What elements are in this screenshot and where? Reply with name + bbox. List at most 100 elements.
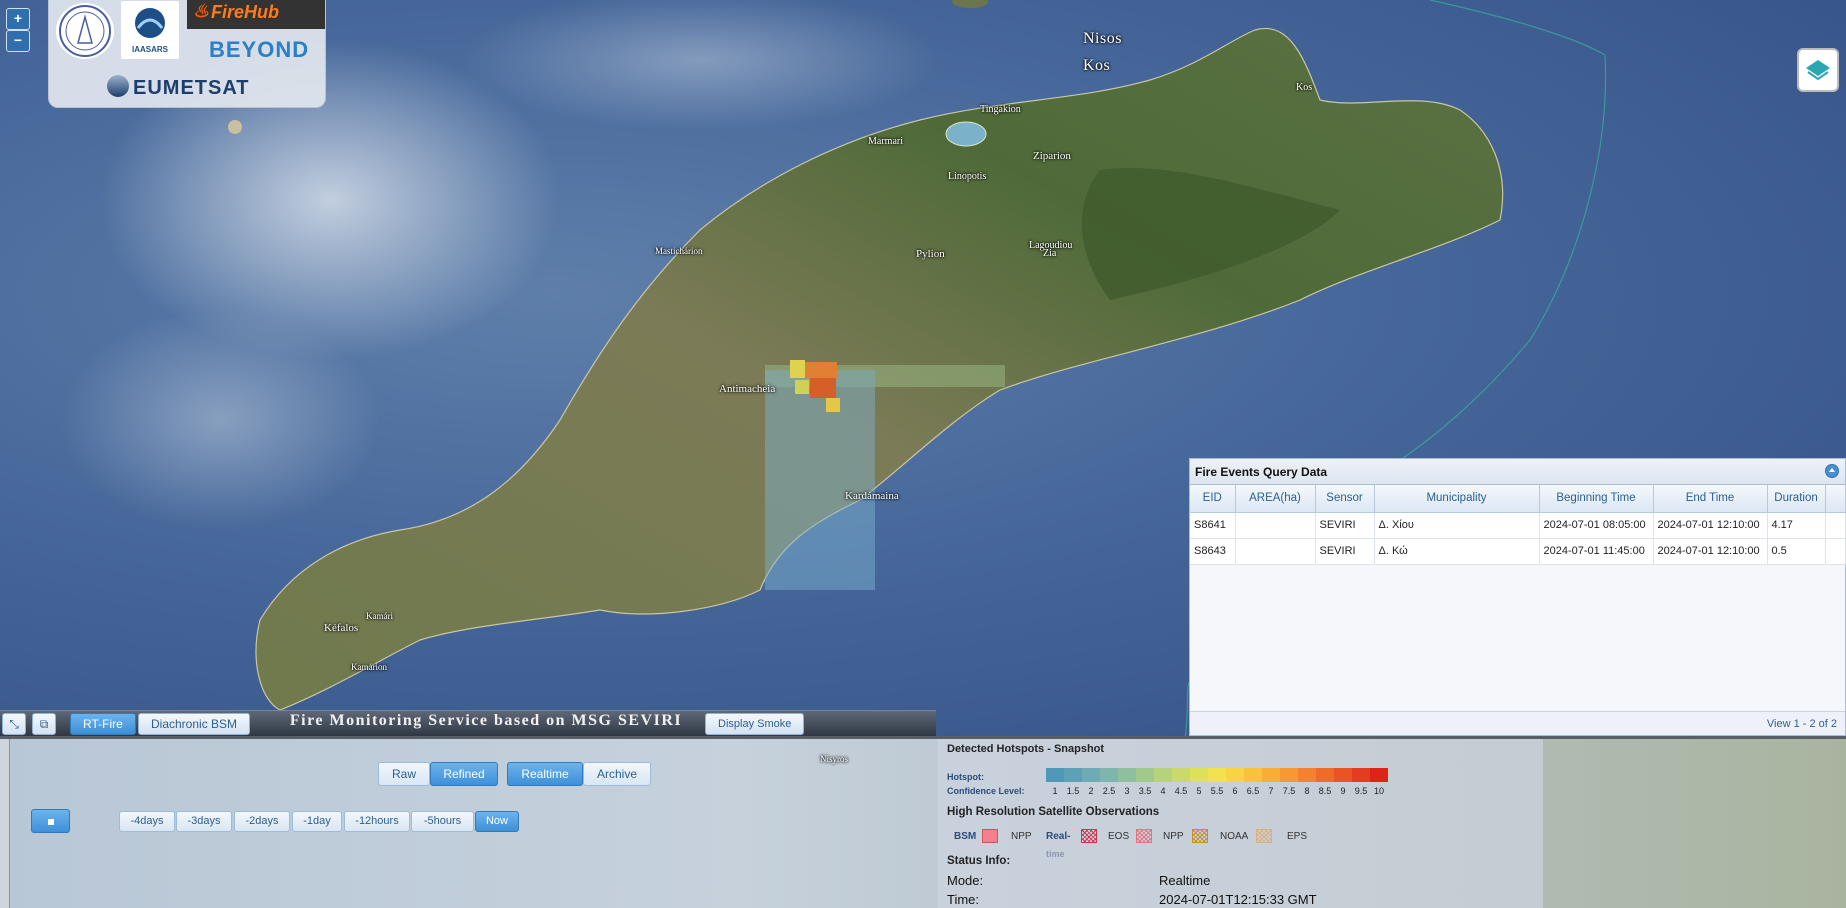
status-title: Status Info: [947,855,1011,867]
pager-info: View 1 - 2 of 2 [1190,711,1845,735]
time-minus-1day[interactable]: -1day [292,811,342,832]
confidence-tick: 9.5 [1354,786,1368,796]
ramp-swatch [1370,768,1388,782]
confidence-tick: 5.5 [1210,786,1224,796]
cell-spacer [1825,538,1846,565]
label-pylion: Pylion [916,248,945,260]
zoom-out-button[interactable]: − [6,30,30,52]
ramp-swatch [1280,768,1298,782]
column-header-end-time[interactable]: End Time [1653,485,1768,513]
label-kamari: Kamári [366,611,393,621]
refined-button[interactable]: Refined [430,762,498,786]
partner-logos: IAASARS ♨ FireHub BEYOND EUMETSAT [48,0,326,108]
time-minus-3days[interactable]: -3days [176,811,232,832]
ramp-swatch [1190,768,1208,782]
time-minus-2days[interactable]: -2days [234,811,290,832]
confidence-tick: 8 [1304,786,1310,796]
realtime-button[interactable]: Realtime [507,762,583,786]
eumetsat-logo: EUMETSAT [107,75,250,100]
realtime-label-2: time [1046,849,1065,859]
rt-fire-tab[interactable]: RT-Fire [70,713,136,735]
layers-icon [1806,60,1830,81]
table-row[interactable]: S8641 SEVIRI Δ. Χίου 2024-07-01 08:05:00… [1190,512,1846,539]
column-header-eid[interactable]: EID [1190,485,1236,513]
column-header-spacer [1825,485,1846,513]
time-minus-4days[interactable]: -4days [119,811,175,832]
ramp-swatch [1316,768,1334,782]
time-minus-12hours[interactable]: -12hours [344,811,410,832]
map-view[interactable]: + − IAASARS ♨ FireHub BEYOND EUMETSAT Nis… [0,0,1846,736]
time-minus-5hours[interactable]: -5hours [411,811,474,832]
bsm-npp-swatch [982,829,998,843]
confidence-tick: 3.5 [1138,786,1152,796]
ramp-swatch [1136,768,1154,782]
table-row[interactable]: S8643 SEVIRI Δ. Κώ 2024-07-01 11:45:00 2… [1190,538,1846,565]
cell-duration: 4.17 [1767,512,1826,539]
iaasars-logo: IAASARS [121,1,179,59]
timeline-slider-handle[interactable] [31,809,70,833]
confidence-tick: 1 [1052,786,1058,796]
realtime-label: Real- [1046,831,1071,842]
column-header-area[interactable]: AREA(ha) [1235,485,1316,513]
collapse-icon[interactable] [1825,464,1839,478]
cell-end-time: 2024-07-01 12:10:00 [1653,512,1768,539]
column-header-sensor[interactable]: Sensor [1315,485,1375,513]
cell-end-time: 2024-07-01 12:10:00 [1653,538,1768,565]
info-panel: Detected Hotspots - Snapshot Hotspot: Co… [938,739,1543,908]
noaa-label: NOAA [1220,831,1249,842]
confidence-tick: 8.5 [1318,786,1332,796]
confidence-color-ramp [1046,768,1388,782]
label-ziparion: Ziparion [1033,150,1071,162]
column-header-duration[interactable]: Duration [1767,485,1826,513]
ramp-swatch [1046,768,1064,782]
cell-spacer [1825,512,1846,539]
zoom-in-button[interactable]: + [6,8,30,30]
confidence-tick: 2.5 [1102,786,1116,796]
cell-municipality: Δ. Κώ [1374,538,1540,565]
noaa-swatch [1192,829,1208,843]
column-header-municipality[interactable]: Municipality [1374,485,1540,513]
cell-municipality: Δ. Χίου [1374,512,1540,539]
time-now[interactable]: Now [475,811,519,832]
confidence-ticks: 1 1.5 2 2.5 3 3.5 4 4.5 5 5.5 6 6.5 7 7.5 8 8.5 9 9.5 10 [1046,786,1388,796]
ramp-swatch [1082,768,1100,782]
mode-value: Realtime [1159,873,1211,888]
archive-button[interactable]: Archive [583,762,651,786]
eps-swatch [1256,829,1272,843]
cell-area [1235,512,1316,539]
confidence-tick: 4.5 [1174,786,1188,796]
fire-events-panel: Fire Events Query Data EID AREA(ha) Sens… [1189,458,1846,736]
label-kos-town: Kos [1296,82,1313,93]
confidence-tick: 6 [1232,786,1238,796]
cell-duration: 0.5 [1767,538,1826,565]
display-smoke-button[interactable]: Display Smoke [705,713,805,735]
expand-icon[interactable]: ⤡ [2,713,26,735]
label-nisos: Nisos [1083,30,1122,47]
control-panel: Raw Refined Realtime Archive -4days -3da… [0,736,1846,908]
time-value: 2024-07-01T12:15:33 GMT [1159,892,1317,907]
resize-rail[interactable] [0,739,10,908]
label-kardamaina: Kardámaina [845,490,899,502]
ramp-swatch [1064,768,1082,782]
npp-label-2: NPP [1163,831,1184,842]
ramp-swatch [1244,768,1262,782]
raw-button[interactable]: Raw [378,762,430,786]
diachronic-bsm-tab[interactable]: Diachronic BSM [138,713,251,735]
hires-title: High Resolution Satellite Observations [947,806,1160,818]
ramp-swatch [1262,768,1280,782]
mode-label: Mode: [947,873,984,888]
ramp-swatch [1298,768,1316,782]
ramp-swatch [1100,768,1118,782]
ramp-swatch [1334,768,1352,782]
eos-swatch [1081,829,1097,843]
beyond-logo: BEYOND [209,37,310,62]
cell-eid: S8643 [1190,538,1236,565]
window-icon[interactable]: ⧉ [32,713,56,735]
layers-button[interactable] [1797,48,1839,92]
ramp-swatch [1118,768,1136,782]
confidence-tick: 6.5 [1246,786,1260,796]
label-tingakion: Tingákion [980,104,1021,115]
column-header-beginning-time[interactable]: Beginning Time [1539,485,1654,513]
service-title: Fire Monitoring Service based on MSG SEV… [289,712,683,729]
confidence-tick: 1.5 [1066,786,1080,796]
